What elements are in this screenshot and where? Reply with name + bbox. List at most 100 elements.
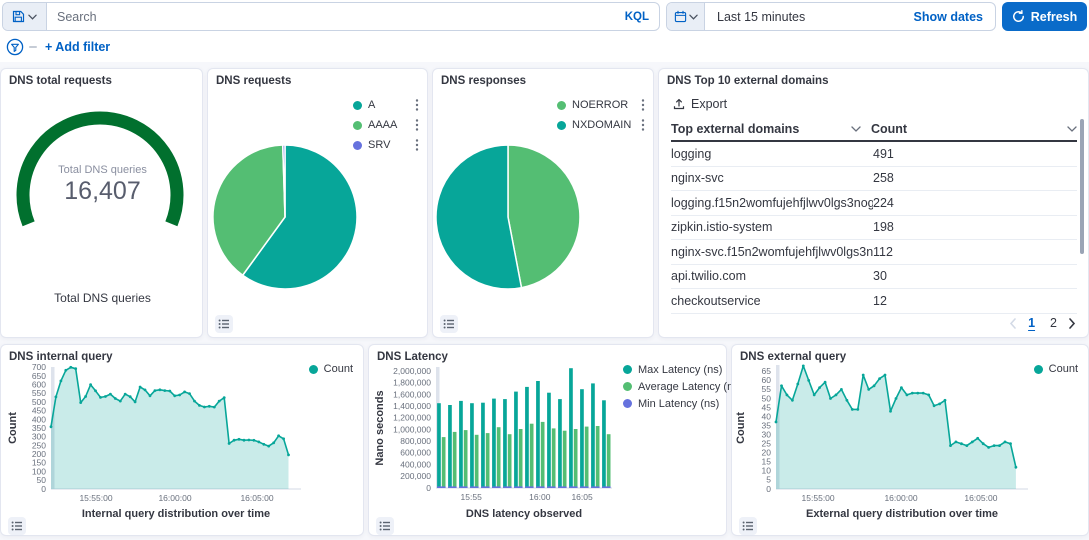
legend: Max Latency (ns) Average Latency (ns) Mi… [623,361,742,412]
legend-menu-icon[interactable] [641,98,645,112]
column-label: Top external domains [671,122,799,136]
svg-text:30: 30 [762,430,772,440]
legend-item-srv[interactable]: SRV [353,135,419,155]
table-row: nginx-svc258 [671,167,1077,192]
legend-dot [353,141,362,150]
legend-item-aaaa[interactable]: AAAA [353,115,419,135]
table-row: logging.f15n2womfujehfjlwv0lgs3nog....22… [671,191,1077,216]
table-row: checkoutservice12 [671,289,1077,314]
legend-menu-icon[interactable] [641,118,645,132]
filter-bar: + Add filter [6,37,110,57]
legend-toggle-button[interactable] [739,517,757,535]
refresh-button[interactable]: Refresh [1002,2,1087,31]
legend-item-max-latency[interactable]: Max Latency (ns) [623,361,742,378]
legend-label: AAAA [368,119,409,131]
filter-menu-icon[interactable] [6,38,24,56]
chevron-down-icon [1067,126,1077,132]
legend-label: SRV [368,139,409,151]
svg-text:15:55:00: 15:55:00 [79,493,112,503]
time-range-value[interactable]: Last 15 minutes [705,3,902,30]
count-cell: 491 [873,147,1077,161]
legend-item-count[interactable]: Count [1034,359,1078,379]
date-picker-menu-button[interactable] [667,3,705,30]
svg-text:600,000: 600,000 [400,448,431,458]
legend-item-a[interactable]: A [353,95,419,115]
svg-text:40: 40 [762,411,772,421]
legend-dot [353,101,362,110]
saved-query-menu-button[interactable] [3,3,47,30]
legend-label: Average Latency (ns) [638,381,742,393]
svg-text:0: 0 [426,483,431,493]
page-2-button[interactable]: 2 [1046,315,1061,331]
list-icon [443,318,455,330]
export-button[interactable]: Export [673,97,727,111]
x-axis-title: Internal query distribution over time [51,508,301,520]
table-row: logging491 [671,142,1077,167]
legend-item-min-latency[interactable]: Min Latency (ns) [623,395,742,412]
svg-text:16:00:00: 16:00:00 [884,493,917,503]
svg-text:550: 550 [32,388,46,398]
y-axis-title: Count [735,383,749,473]
panel-dns-responses: DNS responses NOERROR NXDOMAIN [432,68,654,338]
page-1-button[interactable]: 1 [1024,315,1039,331]
legend-dot [1034,365,1043,374]
x-axis-title: External query distribution over time [776,508,1028,520]
legend-menu-icon[interactable] [415,118,419,132]
list-icon [11,520,23,532]
legend-dot [353,121,362,130]
table-scrollbar[interactable] [1080,119,1084,254]
sort-header-count[interactable]: Count [871,122,1077,136]
legend-dot [623,382,632,391]
svg-text:0: 0 [766,484,771,494]
legend-dot [557,101,566,110]
kql-language-button[interactable]: KQL [615,3,659,30]
panel-dns-internal-query: DNS internal query 050100150200250300350… [0,344,364,536]
domain-cell: nginx-svc [671,171,873,185]
query-bar: KQL Last 15 minutes Show dates [0,0,1089,34]
export-label: Export [691,97,727,111]
legend-menu-icon[interactable] [415,138,419,152]
date-picker: Last 15 minutes Show dates [666,2,996,31]
svg-text:150: 150 [32,458,46,468]
legend-toggle-button[interactable] [440,315,458,333]
y-axis-title: Count [7,383,21,473]
legend-toggle-button[interactable] [215,315,233,333]
search-input[interactable] [47,3,615,30]
legend-item-nxdomain[interactable]: NXDOMAIN [557,115,645,135]
svg-text:16:05:00: 16:05:00 [964,493,997,503]
svg-text:16:05:00: 16:05:00 [240,493,273,503]
list-icon [218,318,230,330]
previous-page-button[interactable] [1009,318,1017,329]
legend-item-average-latency[interactable]: Average Latency (ns) [623,378,742,395]
chevron-right-icon [1068,318,1076,329]
legend-item-count[interactable]: Count [309,359,353,379]
legend-label: Min Latency (ns) [638,398,742,410]
svg-text:1,800,000: 1,800,000 [393,378,431,388]
show-dates-button[interactable]: Show dates [902,3,995,30]
legend-item-noerror[interactable]: NOERROR [557,95,645,115]
next-page-button[interactable] [1068,318,1076,329]
svg-text:450: 450 [32,406,46,416]
svg-text:200: 200 [32,449,46,459]
svg-text:25: 25 [762,439,772,449]
svg-text:15:55: 15:55 [461,492,483,502]
legend-toggle-button[interactable] [376,517,394,535]
domain-cell: logging [671,147,873,161]
legend-toggle-button[interactable] [8,517,26,535]
svg-text:0: 0 [41,484,46,494]
domain-table-body: logging491nginx-svc258logging.f15n2womfu… [671,142,1077,314]
svg-text:5: 5 [766,475,771,485]
svg-text:55: 55 [762,384,772,394]
x-axis-title: DNS latency observed [434,508,614,520]
svg-text:35: 35 [762,420,772,430]
svg-text:10: 10 [762,466,772,476]
search-bar: KQL [2,2,660,31]
gauge-center-text: Total DNS queries 16,407 [1,164,204,206]
svg-text:20: 20 [762,448,772,458]
legend-menu-icon[interactable] [415,98,419,112]
legend: Count [1034,359,1078,379]
sort-header-domains[interactable]: Top external domains [671,122,871,136]
svg-text:500: 500 [32,397,46,407]
add-filter-button[interactable]: + Add filter [45,40,110,54]
column-label: Count [871,122,907,136]
